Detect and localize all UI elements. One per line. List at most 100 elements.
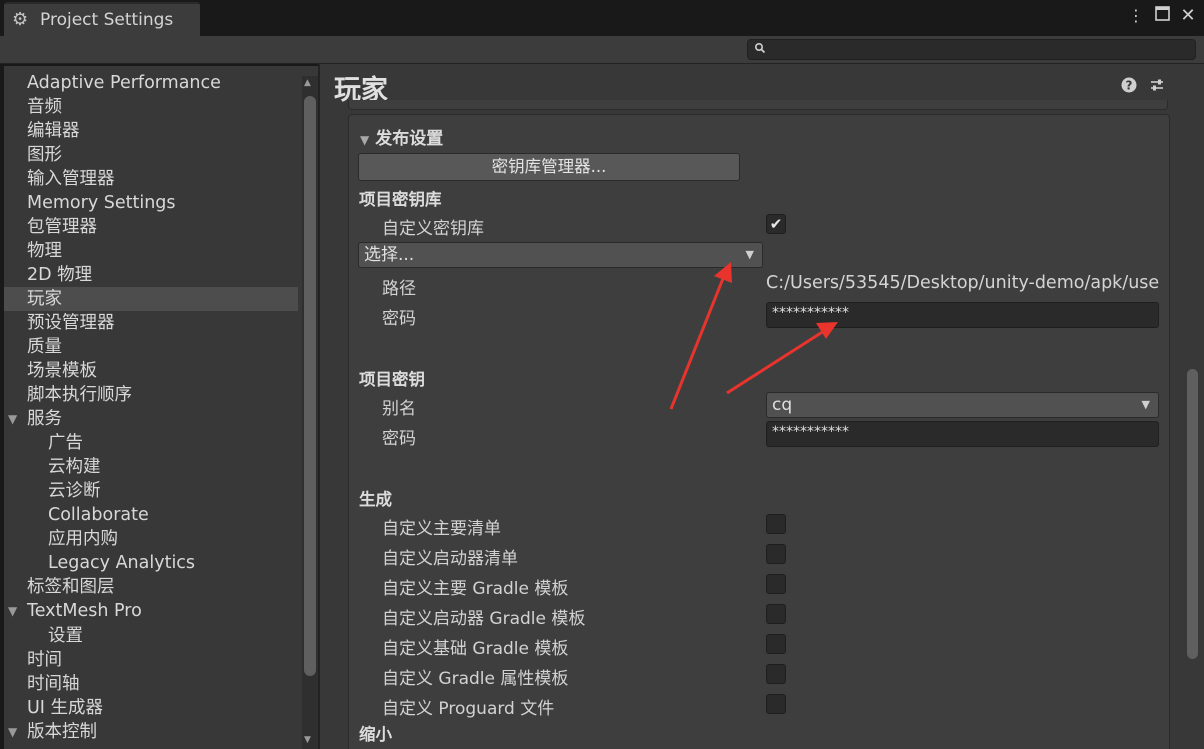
- sidebar-item-version-control[interactable]: ▼ 版本控制: [4, 720, 298, 744]
- sidebar-item[interactable]: 脚本执行顺序: [4, 383, 298, 407]
- sidebar-item[interactable]: Legacy Analytics: [4, 551, 298, 575]
- dropdown-arrow-icon: ▼: [1141, 398, 1150, 411]
- sidebar-item-textmesh-pro[interactable]: ▼ TextMesh Pro: [4, 599, 298, 623]
- project-keystore-heading: 项目密钥库: [359, 190, 442, 209]
- search-icon: [754, 42, 766, 57]
- sidebar-item-label: 编辑器: [27, 121, 80, 141]
- tab-title: Project Settings: [40, 10, 174, 30]
- sidebar-item-services[interactable]: ▼ 服务: [4, 407, 298, 431]
- build-option-checkbox[interactable]: [766, 604, 786, 624]
- sidebar-item-label: 标签和图层: [27, 577, 115, 597]
- sidebar-item-player[interactable]: 玩家: [4, 287, 298, 311]
- sidebar-item[interactable]: 音频: [4, 95, 298, 119]
- build-option-checkbox[interactable]: [766, 634, 786, 654]
- sidebar-item[interactable]: 时间: [4, 648, 298, 672]
- sidebar-item-label: 场景模板: [27, 361, 97, 381]
- sidebar-item[interactable]: Collaborate: [4, 503, 298, 527]
- sidebar-item[interactable]: 包管理器: [4, 215, 298, 239]
- sidebar-item-label: 音频: [27, 97, 62, 117]
- search-input[interactable]: [747, 39, 1196, 60]
- expand-arrow-icon[interactable]: ▼: [8, 599, 17, 623]
- sidebar-item-label: 服务: [27, 409, 62, 429]
- sidebar-item[interactable]: 2D 物理: [4, 263, 298, 287]
- sidebar-item-label: 云构建: [48, 457, 101, 477]
- sidebar-item[interactable]: 物理: [4, 239, 298, 263]
- sidebar-item-label: 版本控制: [27, 722, 97, 742]
- key-password-field[interactable]: ***********: [766, 421, 1159, 447]
- sidebar-item[interactable]: UI 生成器: [4, 696, 298, 720]
- key-password-label: 密码: [382, 429, 416, 449]
- sidebar-item-label: Adaptive Performance: [27, 73, 221, 93]
- build-option-label: 自定义启动器 Gradle 模板: [382, 609, 586, 629]
- sidebar-item[interactable]: 时间轴: [4, 672, 298, 696]
- sidebar-scroll-thumb[interactable]: [304, 96, 316, 676]
- checkmark-icon: ✔: [769, 215, 783, 233]
- keystore-path-value: C:/Users/53545/Desktop/unity-demo/apk/us…: [766, 273, 1159, 293]
- sidebar-item[interactable]: 标签和图层: [4, 575, 298, 599]
- scroll-up-icon[interactable]: ▲: [304, 78, 311, 88]
- sidebar-item-label: 输入管理器: [27, 169, 115, 189]
- previous-section-edge: [348, 100, 1168, 110]
- dropdown-arrow-icon: ▼: [745, 248, 754, 261]
- main-scrollbar[interactable]: [1184, 74, 1200, 749]
- build-option-label: 自定义主要清单: [382, 519, 501, 539]
- sidebar-item-label: 包管理器: [27, 217, 97, 237]
- foldout-label: 发布设置: [375, 129, 444, 149]
- sidebar-item[interactable]: 云诊断: [4, 479, 298, 503]
- sidebar-item[interactable]: Adaptive Performance: [4, 71, 298, 95]
- custom-keystore-checkbox[interactable]: ✔: [766, 214, 786, 234]
- dropdown-value: cq: [772, 395, 793, 415]
- sidebar-item[interactable]: 云构建: [4, 455, 298, 479]
- player-settings-panel: 玩家 ? ⋮ ▼发布设置 密钥库管理器... 项目密钥库 自定义密钥库 ✔ 选择…: [320, 64, 1204, 749]
- build-option-checkbox[interactable]: [766, 544, 786, 564]
- sidebar-item-label: 图形: [27, 145, 62, 165]
- build-option-checkbox[interactable]: [766, 694, 786, 714]
- sidebar-item[interactable]: 编辑器: [4, 119, 298, 143]
- sidebar-item-label: Legacy Analytics: [48, 553, 196, 573]
- sidebar-item-label: 时间: [27, 650, 62, 670]
- keystore-manager-button[interactable]: 密钥库管理器...: [358, 153, 740, 181]
- sidebar-item-label: 设置: [48, 626, 83, 646]
- keystore-select-dropdown[interactable]: 选择... ▼: [358, 242, 763, 268]
- help-icon[interactable]: ?: [1120, 77, 1138, 95]
- close-icon[interactable]: ✕: [1178, 6, 1198, 26]
- sidebar-item[interactable]: Memory Settings: [4, 191, 298, 215]
- build-heading: 生成: [359, 490, 392, 509]
- keystore-path-label: 路径: [382, 279, 416, 299]
- sidebar-item[interactable]: 图形: [4, 143, 298, 167]
- build-option-checkbox[interactable]: [766, 664, 786, 684]
- alias-label: 别名: [382, 399, 416, 419]
- main-scroll-thumb[interactable]: [1187, 369, 1198, 659]
- presets-icon[interactable]: [1148, 77, 1166, 95]
- sidebar-item[interactable]: 预设管理器: [4, 311, 298, 335]
- sidebar-item[interactable]: 广告: [4, 431, 298, 455]
- custom-keystore-label: 自定义密钥库: [382, 219, 484, 239]
- sidebar-item-label: 玩家: [27, 289, 62, 309]
- build-option-label: 自定义基础 Gradle 模板: [382, 639, 569, 659]
- search-bar: [0, 36, 1204, 64]
- build-option-label: 自定义主要 Gradle 模板: [382, 579, 569, 599]
- keystore-password-field[interactable]: ***********: [766, 302, 1159, 328]
- maximize-icon[interactable]: [1152, 6, 1172, 26]
- build-option-checkbox[interactable]: [766, 514, 786, 534]
- scroll-down-icon[interactable]: ▼: [304, 735, 311, 745]
- expand-arrow-icon[interactable]: ▼: [8, 720, 17, 744]
- build-option-label: 自定义 Gradle 属性模板: [382, 669, 569, 689]
- sidebar-item[interactable]: 输入管理器: [4, 167, 298, 191]
- project-settings-tab[interactable]: ⚙ Project Settings: [4, 2, 200, 36]
- sidebar-item[interactable]: 质量: [4, 335, 298, 359]
- minify-heading: 缩小: [359, 725, 392, 744]
- sidebar-scrollbar[interactable]: ▲ ▼: [302, 76, 318, 749]
- publishing-settings-foldout[interactable]: ▼ 发布设置: [360, 124, 443, 149]
- foldout-arrow-icon[interactable]: ▼: [360, 133, 369, 147]
- alias-dropdown[interactable]: cq ▼: [766, 392, 1159, 418]
- sidebar-item[interactable]: 应用内购: [4, 527, 298, 551]
- sidebar-item[interactable]: 场景模板: [4, 359, 298, 383]
- sidebar-item-label: Memory Settings: [27, 193, 176, 213]
- sidebar-item[interactable]: 设置: [4, 624, 298, 648]
- sidebar-item-label: 物理: [27, 241, 62, 261]
- build-option-checkbox[interactable]: [766, 574, 786, 594]
- expand-arrow-icon[interactable]: ▼: [8, 407, 17, 431]
- settings-sidebar: Adaptive Performance 音频 编辑器 图形 输入管理器 Mem…: [4, 66, 318, 749]
- more-icon[interactable]: ⋮: [1128, 6, 1144, 26]
